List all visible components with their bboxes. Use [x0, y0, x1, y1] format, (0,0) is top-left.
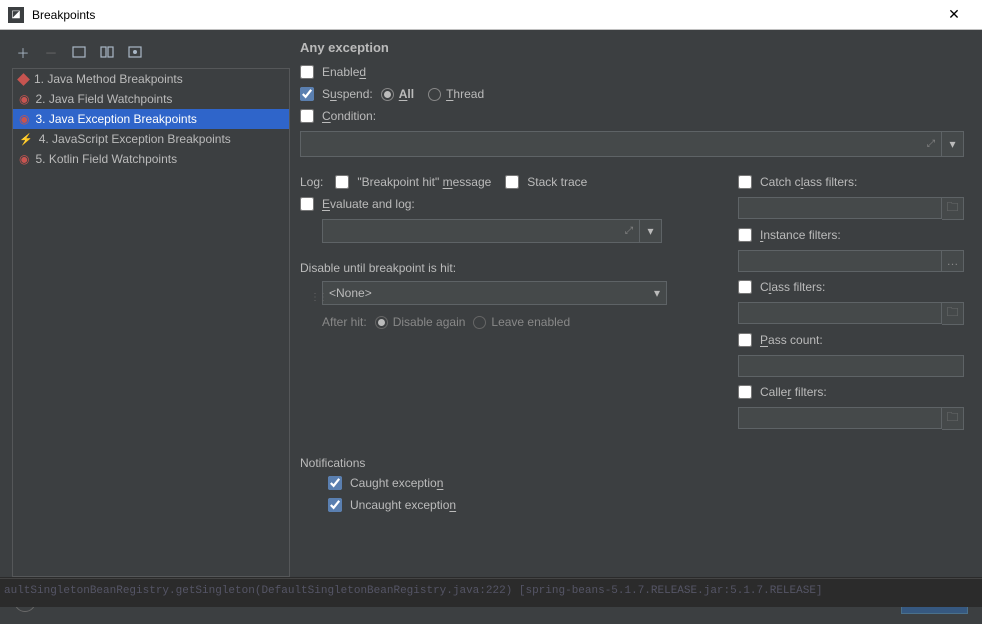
- tree-item[interactable]: ⚡ 4. JavaScript Exception Breakpoints: [13, 129, 289, 149]
- condition-checkbox[interactable]: [300, 109, 314, 123]
- pass-count-label: Pass count:: [760, 333, 823, 347]
- class-filters-label: Class filters:: [760, 280, 825, 294]
- notifications-label: Notifications: [300, 456, 964, 470]
- panel-title: Any exception: [300, 40, 964, 55]
- enabled-checkbox[interactable]: [300, 65, 314, 79]
- uncaught-exception-checkbox[interactable]: [328, 498, 342, 512]
- caught-exception-label: Caught exception: [350, 476, 443, 490]
- bp-hit-message-label: "Breakpoint hit" message: [357, 175, 491, 189]
- folder-icon[interactable]: 🗀: [942, 302, 964, 325]
- evaluate-log-label: Evaluate and log:: [322, 197, 415, 211]
- condition-label: Condition:: [322, 109, 376, 123]
- tree-item-label: 2. Java Field Watchpoints: [35, 92, 172, 106]
- catch-class-filters-input[interactable]: [738, 197, 942, 219]
- tree-toolbar: ＋ －: [12, 40, 290, 64]
- pass-count-input[interactable]: [738, 355, 964, 377]
- expand-icon[interactable]: ⤢: [927, 139, 935, 150]
- tree-item[interactable]: 1. Java Method Breakpoints: [13, 69, 289, 89]
- background-code: aultSingletonBeanRegistry.getSingleton(D…: [0, 578, 982, 607]
- leave-enabled-radio[interactable]: Leave enabled: [473, 315, 570, 329]
- bolt-icon: ⚡: [19, 133, 33, 146]
- caller-filters-input[interactable]: [738, 407, 942, 429]
- disable-until-select[interactable]: <None> ▾: [322, 281, 667, 305]
- tree-item-label: 3. Java Exception Breakpoints: [35, 112, 196, 126]
- group-by-type-icon[interactable]: [72, 45, 86, 59]
- log-label: Log:: [300, 175, 323, 189]
- tree-item-label: 1. Java Method Breakpoints: [34, 72, 183, 86]
- diamond-icon: [17, 73, 30, 86]
- tree-item-label: 5. Kotlin Field Watchpoints: [35, 152, 177, 166]
- stack-trace-label: Stack trace: [527, 175, 587, 189]
- view-options-icon[interactable]: [128, 45, 142, 59]
- disable-again-radio[interactable]: Disable again: [375, 315, 466, 329]
- suspend-thread-radio[interactable]: Thread: [428, 87, 484, 101]
- class-filters-checkbox[interactable]: [738, 280, 752, 294]
- catch-class-filters-label: Catch class filters:: [760, 175, 857, 189]
- expand-icon[interactable]: ⤢: [625, 226, 633, 237]
- breakpoint-tree[interactable]: 1. Java Method Breakpoints ◉ 2. Java Field…: [12, 68, 290, 577]
- class-filters-input[interactable]: [738, 302, 942, 324]
- condition-input[interactable]: ⤢: [300, 131, 942, 157]
- after-hit-label: After hit:: [322, 315, 367, 329]
- group-by-file-icon[interactable]: [100, 45, 114, 59]
- tree-item[interactable]: ◉ 5. Kotlin Field Watchpoints: [13, 149, 289, 169]
- instance-filters-label: Instance filters:: [760, 228, 841, 242]
- window-title: Breakpoints: [32, 8, 934, 22]
- more-icon[interactable]: …: [942, 250, 964, 272]
- remove-icon: －: [44, 45, 58, 59]
- app-icon: ◪: [8, 7, 24, 23]
- condition-history-dropdown[interactable]: ▾: [942, 131, 964, 157]
- tree-item-label: 4. JavaScript Exception Breakpoints: [39, 132, 231, 146]
- evaluate-log-input[interactable]: ⤢: [322, 219, 640, 243]
- tree-item[interactable]: ◉ 2. Java Field Watchpoints: [13, 89, 289, 109]
- eye-icon: ◉: [19, 152, 29, 166]
- evaluate-log-checkbox[interactable]: [300, 197, 314, 211]
- caller-filters-label: Caller filters:: [760, 385, 827, 399]
- add-icon[interactable]: ＋: [16, 45, 30, 59]
- enabled-label: Enabled: [322, 65, 366, 79]
- resize-handle-icon[interactable]: ⋮⋮: [310, 292, 326, 303]
- bp-hit-message-checkbox[interactable]: [335, 175, 349, 189]
- breakpoint-details-panel: Any exception Enabled Suspend: All Threa…: [300, 40, 970, 577]
- pass-count-checkbox[interactable]: [738, 333, 752, 347]
- suspend-checkbox[interactable]: [300, 87, 314, 101]
- instance-filters-checkbox[interactable]: [738, 228, 752, 242]
- folder-icon[interactable]: 🗀: [942, 197, 964, 220]
- instance-filters-input[interactable]: [738, 250, 942, 272]
- window-titlebar: ◪ Breakpoints ✕: [0, 0, 982, 30]
- suspend-all-radio[interactable]: All: [381, 87, 414, 101]
- breakpoints-tree-panel: ＋ － 1. Java Method Breakpoints ◉ 2. Java F…: [12, 40, 290, 577]
- disable-until-value: <None>: [329, 286, 372, 300]
- eye-icon: ◉: [19, 112, 29, 126]
- folder-icon[interactable]: 🗀: [942, 407, 964, 430]
- stack-trace-checkbox[interactable]: [505, 175, 519, 189]
- caller-filters-checkbox[interactable]: [738, 385, 752, 399]
- eye-icon: ◉: [19, 92, 29, 106]
- catch-class-filters-checkbox[interactable]: [738, 175, 752, 189]
- disable-until-label: Disable until breakpoint is hit:: [300, 261, 708, 275]
- chevron-down-icon: ▾: [654, 286, 660, 300]
- suspend-label: Suspend:: [322, 87, 373, 101]
- caught-exception-checkbox[interactable]: [328, 476, 342, 490]
- radio-on-icon: [375, 316, 388, 329]
- tree-item[interactable]: ◉ 3. Java Exception Breakpoints: [13, 109, 289, 129]
- radio-off-icon: [473, 316, 486, 329]
- uncaught-exception-label: Uncaught exception: [350, 498, 456, 512]
- evaluate-history-dropdown[interactable]: ▾: [640, 219, 662, 243]
- radio-off-icon: [428, 88, 441, 101]
- radio-on-icon: [381, 88, 394, 101]
- close-icon[interactable]: ✕: [934, 0, 974, 30]
